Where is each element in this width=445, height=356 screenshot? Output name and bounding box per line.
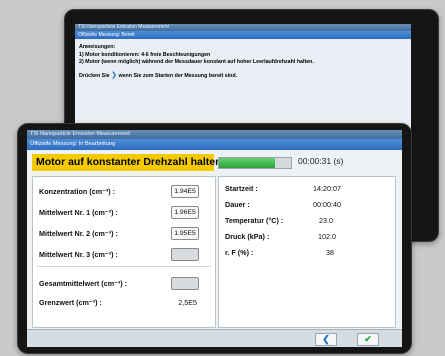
front-tablet: TSI Nanoparticle Emission Measurement Of… bbox=[17, 123, 412, 354]
mean-1-value: 1.96E5 bbox=[171, 206, 199, 219]
front-body: Motor auf konstanter Drehzahl halten. 00… bbox=[27, 150, 402, 330]
mean-1-label: Mittelwert Nr. 1 (cm⁻³) : bbox=[39, 208, 118, 217]
front-screen: TSI Nanoparticle Emission Measurement Of… bbox=[27, 130, 402, 347]
mean-3-label: Mittelwert Nr. 3 (cm⁻³) : bbox=[39, 250, 118, 259]
mean-2-label: Mittelwert Nr. 2 (cm⁻³) : bbox=[39, 229, 118, 238]
panel-divider bbox=[37, 266, 211, 267]
front-app-title: TSI Nanoparticle Emission Measurement bbox=[27, 130, 402, 139]
measurement-panel: Konzentration (cm⁻³) : 1.94E5 Mittelwert… bbox=[32, 176, 216, 328]
duration-value: 00:00:40 bbox=[313, 200, 341, 209]
pressure-label: Druck (kPa) : bbox=[225, 232, 270, 241]
instruction-step-2: 2) Motor (wenn möglich) während der Mess… bbox=[79, 59, 314, 65]
temperature-value: 23.0 bbox=[319, 216, 333, 225]
concentration-label: Konzentration (cm⁻³) : bbox=[39, 187, 116, 196]
conditions-panel: Startzeit : 14:20:07 Dauer : 00:00:40 Te… bbox=[218, 176, 396, 328]
start-time-value: 14:20:07 bbox=[313, 184, 341, 193]
total-mean-label: Gesamtmittelwert (cm⁻³) : bbox=[39, 279, 128, 288]
temperature-label: Temperatur (°C) : bbox=[225, 216, 284, 225]
start-prompt: Drücken Sie ❯ wenn Sie zum Starten der M… bbox=[79, 71, 238, 79]
limit-label: Grenzwert (cm⁻³) : bbox=[39, 298, 102, 307]
duration-label: Dauer : bbox=[225, 200, 250, 209]
instruction-step-1: 1) Motor konditionieren: 4-6 freie Besch… bbox=[79, 51, 211, 58]
checkmark-icon[interactable]: ✔ bbox=[357, 333, 379, 346]
elapsed-timer: 00:00:31 (s) bbox=[298, 156, 344, 166]
progress-fill bbox=[219, 158, 276, 168]
limit-value: 2,5E5 bbox=[178, 298, 197, 307]
humidity-value: 38 bbox=[326, 248, 334, 257]
front-footer: ❮ ✔ bbox=[27, 329, 402, 347]
chevron-right-icon[interactable]: ❯ bbox=[111, 72, 117, 79]
total-mean-value bbox=[171, 277, 199, 290]
measurement-progress bbox=[218, 157, 292, 169]
pressure-value: 102.0 bbox=[318, 232, 336, 241]
chevron-left-icon[interactable]: ❮ bbox=[315, 333, 337, 346]
mean-2-value: 1.95E5 bbox=[171, 227, 199, 240]
back-instructions: Anweisungen: 1) Motor konditionieren: 4-… bbox=[79, 44, 407, 80]
front-status-bar: Offizielle Messung: In Bearbeitung bbox=[27, 139, 402, 150]
back-app-title: TSI Nanoparticle Emission Measurement bbox=[75, 24, 411, 31]
concentration-value: 1.94E5 bbox=[171, 185, 199, 198]
start-time-label: Startzeit : bbox=[225, 184, 258, 193]
back-status-bar: Offizielle Messung: Bereit bbox=[75, 31, 411, 39]
mean-3-value bbox=[171, 248, 199, 261]
instructions-heading: Anweisungen: bbox=[79, 44, 116, 50]
humidity-label: r. F (%) : bbox=[225, 248, 254, 257]
instruction-banner: Motor auf konstanter Drehzahl halten. bbox=[32, 154, 224, 171]
